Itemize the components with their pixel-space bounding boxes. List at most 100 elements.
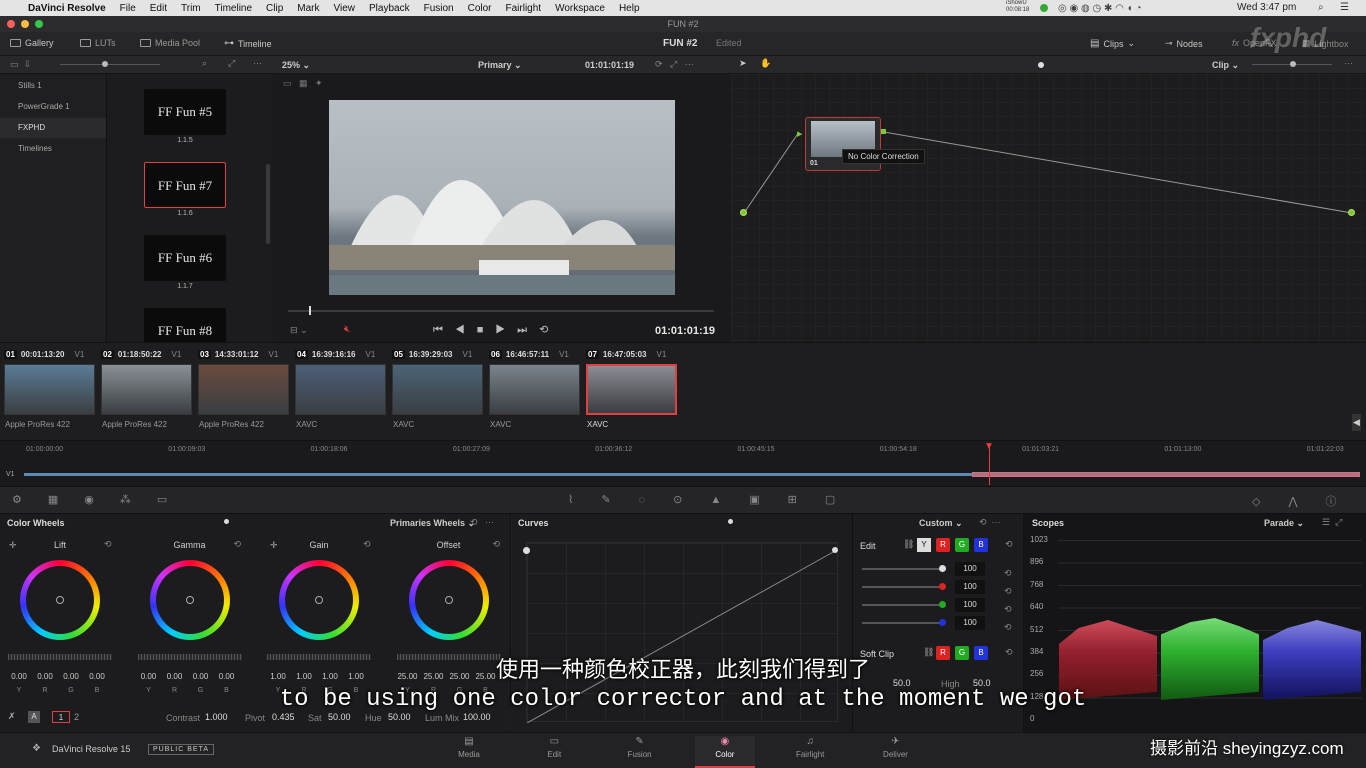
b-intensity-slider[interactable] <box>862 622 946 624</box>
page-tab-edit[interactable]: ▭ Edit <box>524 736 584 759</box>
selected-timeline-clip[interactable] <box>972 472 1360 477</box>
more-options-icon[interactable]: ··· <box>253 58 262 68</box>
stills-scrollbar[interactable] <box>266 164 270 244</box>
color-wheel-lift[interactable] <box>20 560 100 640</box>
scopes-settings-icon[interactable]: ☰ ⤢ <box>1322 517 1342 528</box>
y-slider-handle[interactable] <box>939 565 946 572</box>
viewer-tool-icons[interactable]: ⟳ ⤢ ··· <box>655 59 694 70</box>
scrubber-playhead[interactable] <box>309 306 311 315</box>
wheel-center-dot[interactable] <box>56 596 64 604</box>
node-editor[interactable]: 01 ▶ No Color Correction <box>731 74 1366 342</box>
fullscreen-icon[interactable]: ⤢ <box>228 58 235 69</box>
channel-reset-icons[interactable]: ⟲ ⟲ ⟲ ⟲ <box>1004 564 1012 636</box>
menu-timeline[interactable]: Timeline <box>215 3 252 14</box>
b-slider-handle[interactable] <box>939 619 946 626</box>
menu-trim[interactable]: Trim <box>181 3 201 14</box>
wheel-reset-icon[interactable]: ⟲ <box>234 539 242 550</box>
media-pool-tab[interactable]: Media Pool <box>140 38 200 48</box>
page-tab-deliver[interactable]: ✈ Deliver <box>866 736 926 759</box>
app-menu[interactable]: DaVinci Resolve <box>28 3 106 14</box>
timeline-tab[interactable]: ⊶ Timeline <box>224 38 272 49</box>
g-intensity-value[interactable]: 100 <box>955 598 985 612</box>
menu-mark[interactable]: Mark <box>297 3 319 14</box>
clip-thumbnail[interactable] <box>198 364 289 415</box>
menu-color[interactable]: Color <box>468 3 492 14</box>
channel-y-button[interactable]: Y <box>917 538 931 552</box>
r-intensity-slider[interactable] <box>862 586 946 588</box>
gallery-zoom-slider[interactable] <box>60 64 160 65</box>
mute-icon[interactable]: 🔇︎ <box>344 324 350 335</box>
node-zoom-handle[interactable] <box>1290 61 1296 67</box>
still-thumbnail[interactable]: FF Fun #8 <box>144 308 226 342</box>
clip-thumbnail[interactable] <box>295 364 386 415</box>
node-source-input-icon[interactable] <box>740 209 747 216</box>
node-mode-select[interactable]: Clip ⌄ <box>1212 60 1239 71</box>
g-intensity-slider[interactable] <box>862 604 946 606</box>
hue-value[interactable]: 50.00 <box>388 712 411 722</box>
curves-reset-icon[interactable]: ⟲ ··· <box>979 517 1001 528</box>
page-tab-fairlight[interactable]: ♫ Fairlight <box>780 736 840 759</box>
node-options-icon[interactable]: ··· <box>1344 58 1353 68</box>
ishowu-indicator[interactable]: iShowU 00:08:18 <box>1006 0 1029 14</box>
menu-clip[interactable]: Clip <box>266 3 283 14</box>
r-slider-handle[interactable] <box>939 583 946 590</box>
wheels-reset-icon[interactable]: ⟲ ··· <box>470 517 494 528</box>
wheel-reset-icon[interactable]: ⟲ <box>104 539 112 550</box>
page-tab-color[interactable]: ◉ Color <box>694 736 755 768</box>
sat-value[interactable]: 50.00 <box>328 712 351 722</box>
luts-tab[interactable]: LUTs <box>80 38 116 48</box>
menu-fusion[interactable]: Fusion <box>424 3 454 14</box>
gallery-tab[interactable]: Gallery <box>10 38 54 48</box>
page-tab-fusion[interactable]: ✎ Fusion <box>610 736 670 759</box>
link-icon[interactable]: ⛓︎ <box>903 539 914 550</box>
clip-thumbnail[interactable] <box>392 364 483 415</box>
r-intensity-value[interactable]: 100 <box>955 580 985 594</box>
still-thumbnail-selected[interactable]: FF Fun #7 <box>144 162 226 208</box>
still-thumbnail[interactable]: FF Fun #5 <box>144 89 226 135</box>
viewer-scrubber[interactable] <box>288 310 714 312</box>
color-wheel-gamma[interactable] <box>149 560 230 640</box>
right-palette-icons[interactable]: ◇⋀ⓘ <box>1252 493 1364 509</box>
wheels-mode-select[interactable]: Primaries Wheels ⌄ <box>390 518 475 529</box>
search-icon[interactable]: ⌕ <box>202 58 207 69</box>
viewer-layout-icon[interactable]: ⊟ ⌄ <box>290 325 308 336</box>
menu-file[interactable]: File <box>120 3 136 14</box>
pivot-value[interactable]: 0.435 <box>272 712 295 722</box>
scopes-mode-select[interactable]: Parade ⌄ <box>1264 518 1304 529</box>
color-wheel-offset[interactable] <box>408 560 489 640</box>
node-tree-output-icon[interactable] <box>1348 209 1355 216</box>
grade-mode-select[interactable]: Primary ⌄ <box>478 60 522 71</box>
menu-help[interactable]: Help <box>619 3 640 14</box>
clips-button[interactable]: ▤ Clips ⌄ <box>1090 38 1135 49</box>
menu-workspace[interactable]: Workspace <box>555 3 605 14</box>
contrast-value[interactable]: 1.000 <box>205 712 228 722</box>
lift-picker-icon[interactable]: ✛ <box>9 540 17 551</box>
still-thumbnail[interactable]: FF Fun #6 <box>144 235 226 281</box>
curve-black-point[interactable] <box>523 547 530 554</box>
center-palette-icons[interactable]: ⌇✎◌⊙▲▣⊞▢ <box>568 493 863 506</box>
wheel-reset-icon[interactable]: ⟲ <box>493 539 501 550</box>
clip-thumbnail[interactable] <box>489 364 580 415</box>
nodes-button[interactable]: ⊸ Nodes <box>1165 38 1203 49</box>
channel-b-button[interactable]: B <box>974 538 988 552</box>
panel-collapse-icon[interactable]: ◀ <box>1352 414 1361 431</box>
zoom-select[interactable]: 25% ⌄ <box>282 60 310 71</box>
hand-tool-icon[interactable]: ✋ <box>760 58 771 69</box>
clip-thumbnail[interactable] <box>101 364 192 415</box>
color-wheel-gain[interactable] <box>279 560 359 640</box>
curve-white-point[interactable] <box>832 547 838 553</box>
y-intensity-slider[interactable] <box>862 568 946 570</box>
wheel-center-dot[interactable] <box>185 596 194 604</box>
lummix-value[interactable]: 100.00 <box>463 712 491 722</box>
pointer-tool-icon[interactable]: ➤ <box>739 58 747 69</box>
status-icons[interactable]: ◎ ◉ ◍ ◷ ✱ ◠ ◖ ◔ <box>1058 3 1142 14</box>
clip-thumbnail[interactable] <box>4 364 95 415</box>
transport-controls[interactable]: ⏮◀■▶⏭⟲ <box>433 323 560 337</box>
album-powergrade-1[interactable]: PowerGrade 1 <box>0 97 106 117</box>
b-intensity-value[interactable]: 100 <box>955 616 985 630</box>
page-tab-media[interactable]: ▤ Media <box>439 736 499 759</box>
wheel-center-dot[interactable] <box>444 596 453 604</box>
menu-list-icon[interactable]: ☰ <box>1340 2 1349 13</box>
album-timelines[interactable]: Timelines <box>0 139 106 159</box>
gallery-zoom-handle[interactable] <box>102 61 108 67</box>
